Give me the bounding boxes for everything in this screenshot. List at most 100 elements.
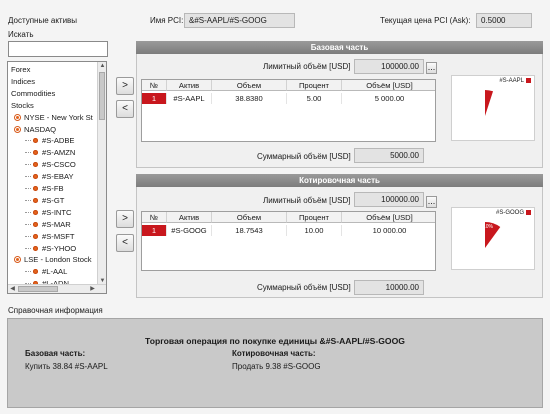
base-total-field: 5000.00 [354, 148, 424, 163]
tree-connector [25, 223, 31, 225]
quote-total-field: 10000.00 [354, 280, 424, 295]
base-pie-svg [485, 90, 494, 116]
tree-item-label: #S-FB [42, 184, 64, 193]
tree-item-label: Forex [11, 65, 31, 74]
scroll-up-icon[interactable]: ▲ [98, 62, 106, 71]
stock-icon [33, 233, 38, 239]
exchange-icon [14, 125, 21, 133]
quote-allocation-chart: #S-GOOG 10% [451, 207, 535, 270]
base-limit-field: 100000.00 [354, 59, 424, 74]
tree-horizontal-scrollbar[interactable]: ◀ ▶ [8, 284, 106, 293]
tree-item-label: #S-GT [42, 195, 65, 205]
info-quote-text: Продать 9.38 #S-GOOG [232, 362, 321, 371]
base-assets-table[interactable]: № Актив Объем Процент Объём [USD] 1 #S-A… [141, 79, 436, 142]
base-limit-label: Лимитный объём [USD] [263, 62, 351, 71]
stock-icon [33, 221, 38, 227]
pci-name-field: &#S-AAPL/#S-GOOG [184, 13, 295, 28]
base-col-asset[interactable]: Актив [167, 80, 212, 91]
add-base-button[interactable]: > [116, 77, 134, 95]
quote-pie-svg: 10% [483, 222, 501, 248]
scroll-left-icon[interactable]: ◀ [8, 285, 17, 293]
quote-limit-label: Лимитный объём [USD] [263, 196, 351, 205]
base-row-volume[interactable]: 38.8380 [212, 93, 287, 104]
tree-item-label: NASDAQ [24, 124, 57, 134]
base-col-percent[interactable]: Процент [287, 80, 342, 91]
scroll-right-icon[interactable]: ▶ [88, 285, 97, 293]
add-quote-button[interactable]: > [116, 210, 134, 228]
tree-item-label: Commodities [11, 88, 56, 98]
base-row-number[interactable]: 1 [142, 93, 167, 104]
info-title: Торговая операция по покупке единицы &#S… [145, 336, 405, 346]
pci-price-field: 0.5000 [476, 13, 532, 28]
quote-col-percent[interactable]: Процент [287, 212, 342, 223]
tree-connector [25, 199, 31, 201]
base-limit-browse-button[interactable]: ... [426, 62, 437, 74]
tree-scroll-thumb[interactable] [99, 72, 105, 120]
base-total-label: Суммарный объём [USD] [257, 152, 351, 161]
tree-item-label: NYSE - New York St [24, 112, 93, 122]
asset-tree-list: Forex Indices Commodities Stocks NYSE - New … [8, 62, 99, 286]
quote-slice-label: 10% [483, 224, 494, 230]
tree-connector [25, 247, 31, 249]
tree-connector [25, 188, 31, 189]
quote-col-number[interactable]: № [142, 212, 167, 223]
info-base-heading: Базовая часть: [25, 349, 86, 358]
tree-item-label: #S-EBAY [42, 172, 74, 182]
quote-row-percent[interactable]: 10.00 [287, 225, 342, 236]
tree-item-label: Indices [11, 76, 36, 86]
remove-base-button[interactable]: < [116, 100, 134, 118]
stock-icon [33, 186, 38, 191]
tree-item-label: #S-ADBE [42, 136, 75, 146]
tree-item-label: #L-AAL [42, 267, 68, 277]
tree-connector [25, 235, 31, 237]
tree-item-label: Stocks [11, 100, 34, 110]
remove-quote-button[interactable]: < [116, 234, 134, 252]
tree-item-label: #S-CSCO [42, 160, 76, 170]
quote-col-usd[interactable]: Объём [USD] [342, 212, 435, 223]
quote-limit-browse-button[interactable]: ... [426, 196, 437, 208]
stock-icon [33, 162, 38, 168]
tree-item-label: LSE - London Stock [24, 255, 92, 265]
exchange-icon [14, 113, 21, 121]
quote-row-volume[interactable]: 18.7543 [212, 225, 287, 236]
tree-vertical-scrollbar[interactable]: ▲ ▼ [97, 62, 106, 286]
base-col-number[interactable]: № [142, 80, 167, 91]
base-panel-title: Базовая часть [136, 41, 543, 54]
base-pie-slice [485, 90, 494, 116]
stock-icon [33, 138, 38, 144]
search-label: Искать [8, 30, 34, 39]
info-label: Справочная информация [8, 306, 103, 315]
quote-col-volume[interactable]: Объем [212, 212, 287, 223]
assets-label: Доступные активы [8, 16, 78, 25]
stock-icon [33, 269, 38, 275]
tree-item-label: #S-MSFT [42, 231, 75, 241]
info-quote-heading: Котировочная часть: [232, 349, 316, 358]
base-row-usd[interactable]: 5 000.00 [342, 93, 435, 104]
quote-row-usd[interactable]: 10 000.00 [342, 225, 435, 236]
quote-panel-title: Котировочная часть [136, 174, 543, 187]
tree-connector [25, 211, 31, 213]
base-col-volume[interactable]: Объем [212, 80, 287, 91]
tree-connector [25, 164, 31, 166]
pci-name-label: Имя PCI: [150, 16, 184, 25]
quote-col-asset[interactable]: Актив [167, 212, 212, 223]
base-col-usd[interactable]: Объём [USD] [342, 80, 435, 91]
search-input[interactable] [8, 41, 108, 57]
quote-limit-field: 100000.00 [354, 192, 424, 207]
pci-price-label: Текущая цена PCI (Ask): [380, 16, 471, 25]
quote-assets-table[interactable]: № Актив Объем Процент Объём [USD] 1 #S-G… [141, 211, 436, 271]
quote-row-number[interactable]: 1 [142, 225, 167, 236]
info-base-text: Купить 38.84 #S-AAPL [25, 362, 108, 371]
stock-icon [33, 209, 38, 215]
info-box: Торговая операция по покупке единицы &#S… [7, 318, 543, 408]
exchange-icon [14, 256, 21, 264]
base-row-percent[interactable]: 5.00 [287, 93, 342, 104]
stock-icon [33, 197, 38, 203]
tree-item-label: #S-INTC [42, 207, 72, 217]
stock-icon [33, 245, 38, 251]
base-row-asset[interactable]: #S-AAPL [167, 93, 212, 104]
tree-hscroll-thumb[interactable] [18, 286, 58, 292]
tree-item-label: #S-MAR [42, 219, 71, 229]
quote-row-asset[interactable]: #S-GOOG [167, 225, 212, 236]
asset-tree[interactable]: Forex Indices Commodities Stocks NYSE - New … [7, 61, 107, 294]
